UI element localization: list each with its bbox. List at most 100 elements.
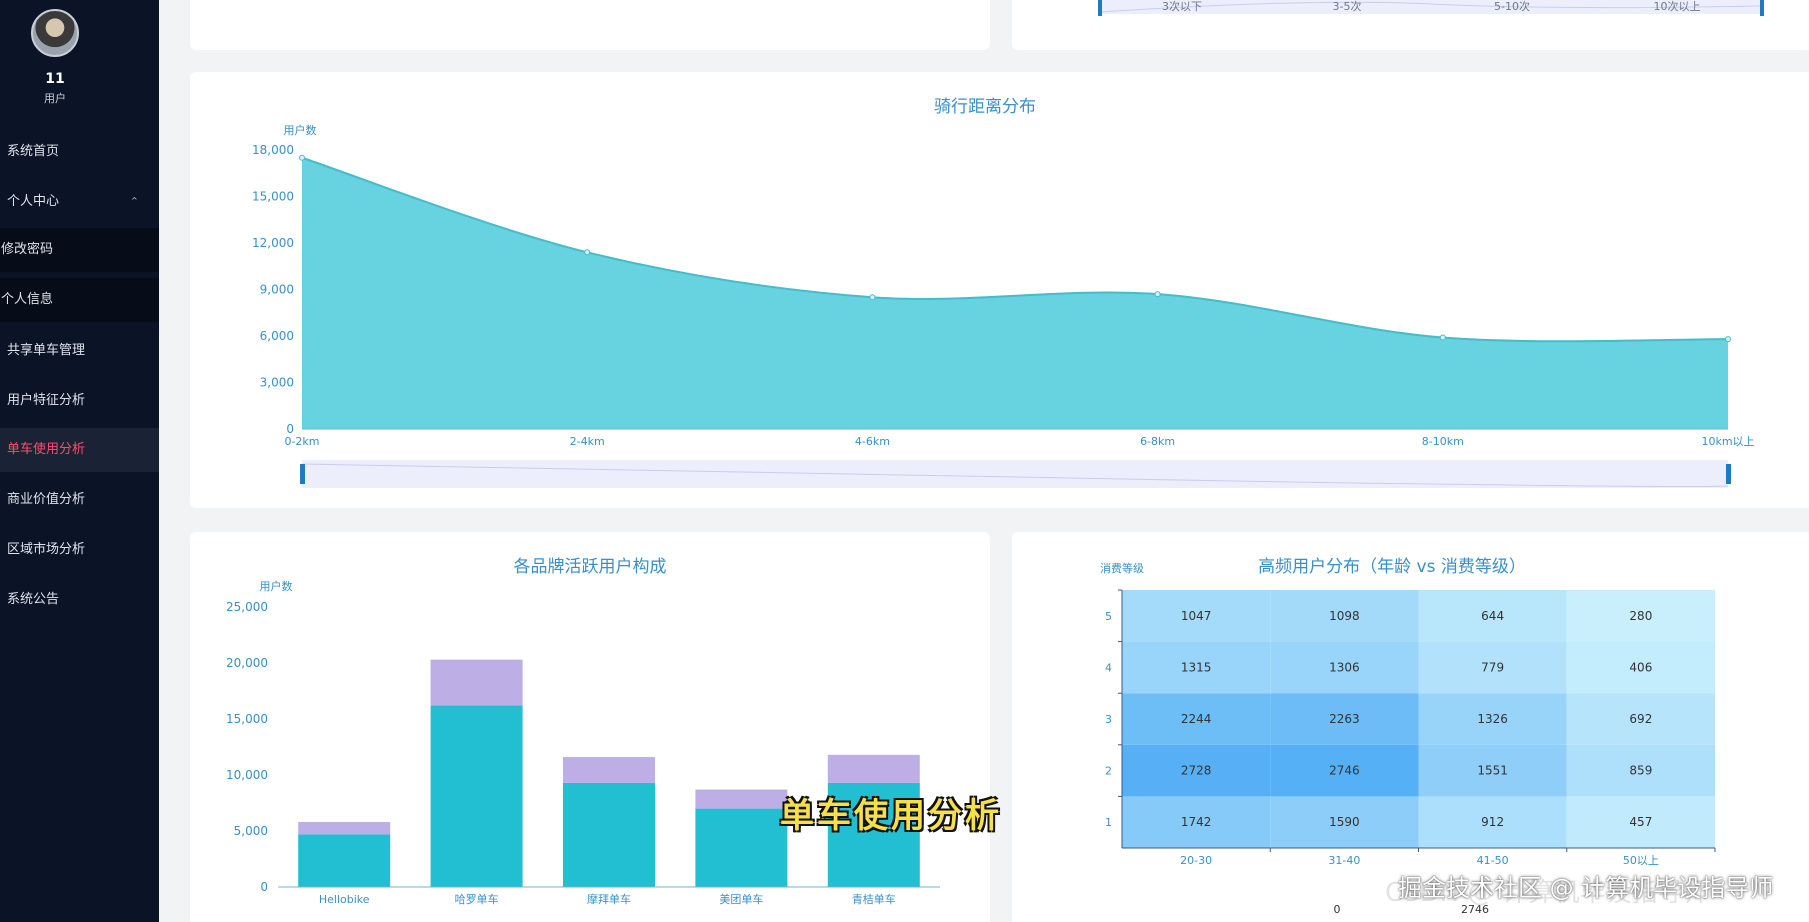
heatmap-cell-value: 1306 [1329, 660, 1360, 674]
heatmap-cell-value: 859 [1629, 764, 1652, 778]
heatmap-cell-value: 1315 [1181, 660, 1212, 674]
zoom-handle-left[interactable] [300, 464, 305, 484]
x-tick-label: 0-2km [284, 435, 319, 448]
bar-segment[interactable] [298, 834, 391, 887]
heatmap-cell-value: 2244 [1181, 712, 1212, 726]
data-point[interactable] [1725, 336, 1731, 343]
sidebar-item[interactable]: 个人信息 [0, 278, 159, 322]
video-caption: 单车使用分析 [780, 796, 1002, 836]
zoom-handle-left[interactable] [1098, 0, 1102, 16]
bar-segment[interactable] [563, 782, 655, 887]
heatmap-cell-value: 280 [1629, 609, 1652, 623]
watermark-text: 掘金技术社区 @ 计算机毕设指导师 [1398, 874, 1774, 902]
heatmap-cell-value: 1742 [1181, 815, 1212, 829]
top-right-chart-remnant: 3次以下 3-5次 5-10次 10次以上 [1098, 0, 1764, 16]
y-tick-label: 3,000 [260, 376, 294, 390]
sidebar-item-label: 共享单车管理 [7, 343, 86, 358]
heatmap-cell-value: 1551 [1477, 764, 1508, 778]
x-tick-label: 哈罗单车 [455, 892, 499, 906]
heatmap-card: 高频用户分布（年龄 vs 消费等级） 消费等级 1742 1590 912 457 1 27… [1012, 532, 1809, 922]
sidebar-item[interactable]: 系统公告 [0, 578, 159, 622]
visual-map-min: 0 [1334, 903, 1341, 916]
y-tick-label: 25,000 [226, 600, 268, 614]
sidebar-item-label: 单车使用分析 [7, 442, 86, 457]
heatmap-cell-value: 1590 [1329, 815, 1360, 829]
heatmap-chart: 消费等级 1742 1590 912 457 1 2728 2746 1551 859 2 2244 2… [1100, 561, 1716, 916]
heatmap-cell-value: 2728 [1181, 764, 1212, 778]
x-tick-label: 6-8km [1140, 435, 1175, 448]
bar-segment[interactable] [430, 705, 523, 887]
data-point[interactable] [1154, 291, 1161, 298]
y-tick-label: 15,000 [226, 712, 268, 726]
x-tick-label: 摩拜单车 [587, 892, 631, 906]
x-tick-label: 青桔单车 [852, 892, 896, 906]
sidebar: 11 用户 系统首页个人中心 ⌃ 修改密码个人信息共享单车管理 用户特征分析 单车使用分… [0, 0, 159, 922]
y-axis-label: 消费等级 [1100, 561, 1144, 575]
y-tick-label: 5 [1105, 610, 1112, 623]
sidebar-item[interactable]: 个人中心 ⌃ [0, 180, 159, 224]
sidebar-item[interactable]: 单车使用分析 [0, 428, 159, 472]
y-tick-label: 12,000 [252, 236, 294, 250]
distance-area-chart: 用户数 0 3,000 6,000 9,000 12,000 15,000 18,000 0-2… [252, 123, 1755, 488]
x-tick-label: 20-30 [1180, 854, 1212, 867]
bar-segment[interactable] [695, 808, 788, 887]
sidebar-item[interactable]: 修改密码 [0, 228, 159, 272]
y-tick-label: 4 [1105, 661, 1112, 674]
heatmap-cell-value: 2746 [1329, 764, 1360, 778]
x-tick-label: 4-6km [855, 435, 890, 448]
avatar[interactable] [31, 9, 79, 57]
heatmap-cell-value: 1098 [1329, 609, 1360, 623]
bar-segment[interactable] [563, 757, 655, 783]
y-tick-label: 10,000 [226, 768, 268, 782]
bar-segment[interactable] [430, 659, 523, 706]
sidebar-item[interactable]: 共享单车管理 [0, 329, 159, 373]
bar-segment[interactable] [298, 822, 391, 835]
zoom-handle-right[interactable] [1726, 464, 1731, 484]
heatmap-cell-value: 1047 [1181, 609, 1212, 623]
y-tick-label: 3 [1105, 713, 1112, 726]
sidebar-item-label: 系统公告 [7, 592, 60, 607]
sidebar-item-label: 用户特征分析 [7, 393, 86, 408]
data-point[interactable] [584, 249, 591, 256]
sidebar-item-label: 个人中心 [7, 194, 60, 209]
y-axis-label: 用户数 [284, 123, 317, 137]
chevron-up-icon: ⌃ [129, 195, 139, 208]
sidebar-item[interactable]: 区域市场分析 [0, 528, 159, 572]
distance-chart-card: 骑行距离分布 用户数 0 3,000 6,000 9,000 12,000 15,000 18… [190, 72, 1809, 508]
data-point[interactable] [1439, 334, 1446, 341]
heatmap-cell-value: 406 [1629, 660, 1652, 674]
brand-chart-card: 各品牌活跃用户构成 用户数 0 5,000 10,000 15,000 20,000 25,… [190, 532, 990, 922]
heatmap-cell-value: 457 [1629, 815, 1652, 829]
user-name: 11 [45, 71, 65, 87]
y-tick-label: 0 [260, 880, 268, 894]
sidebar-item-label: 个人信息 [1, 292, 54, 307]
y-tick-label: 9,000 [260, 283, 294, 297]
y-tick-label: 18,000 [252, 143, 294, 157]
bar-segment[interactable] [695, 789, 788, 809]
x-tick-label: 10次以上 [1654, 0, 1701, 13]
heatmap-cell-value: 912 [1481, 815, 1504, 829]
heatmap-cell-value: 779 [1481, 660, 1504, 674]
x-tick-label: 8-10km [1422, 435, 1464, 448]
sidebar-item-label: 系统首页 [7, 144, 60, 159]
x-tick-label: 5-10次 [1494, 0, 1530, 13]
x-tick-label: 3次以下 [1162, 0, 1202, 13]
data-zoom-slider[interactable] [302, 460, 1728, 488]
y-axis-label: 用户数 [260, 579, 293, 593]
zoom-handle-right[interactable] [1760, 0, 1764, 16]
user-role: 用户 [44, 92, 66, 105]
y-tick-label: 1 [1105, 816, 1112, 829]
sidebar-item[interactable]: 系统首页 [0, 130, 159, 174]
heatmap-cell-value: 2263 [1329, 712, 1360, 726]
sidebar-item[interactable]: 商业价值分析 [0, 478, 159, 522]
x-tick-label: 2-4km [570, 435, 605, 448]
y-tick-label: 20,000 [226, 656, 268, 670]
data-point[interactable] [299, 154, 305, 161]
sidebar-item[interactable]: 用户特征分析 [0, 379, 159, 423]
area-series[interactable] [302, 157, 1728, 429]
bar-segment[interactable] [827, 754, 920, 783]
heatmap-cell-value: 644 [1481, 609, 1504, 623]
y-tick-label: 5,000 [234, 824, 268, 838]
y-tick-label: 0 [286, 422, 294, 436]
data-point[interactable] [869, 294, 876, 301]
